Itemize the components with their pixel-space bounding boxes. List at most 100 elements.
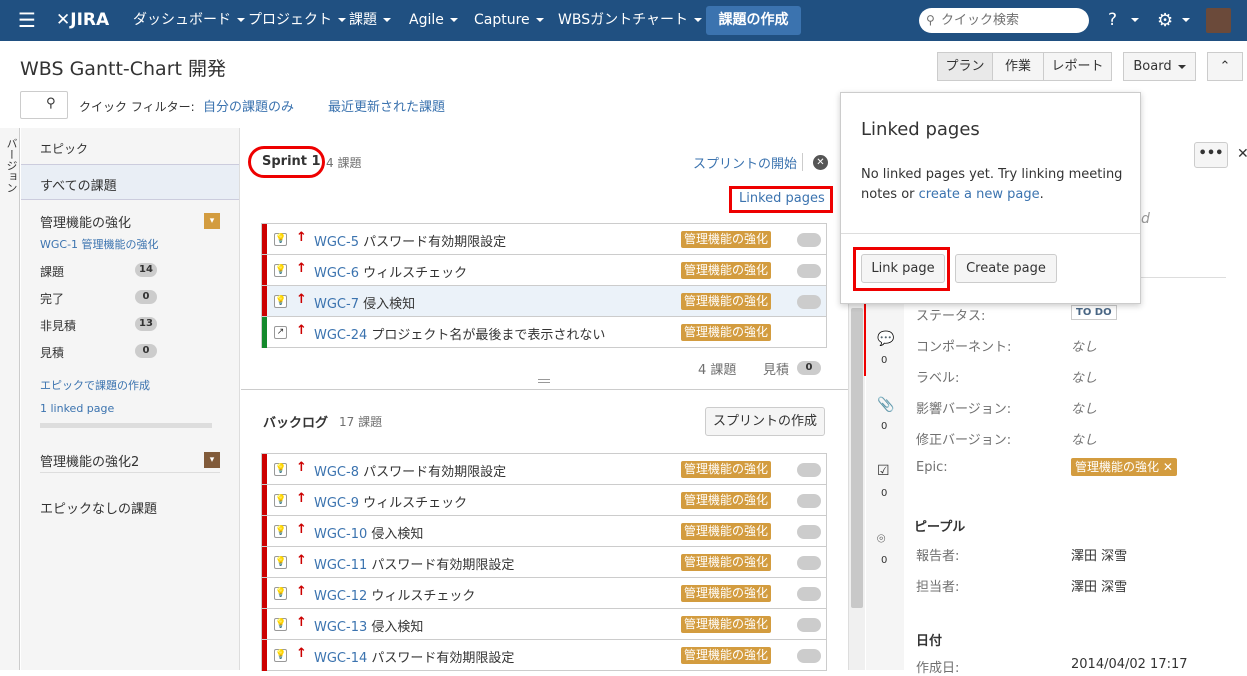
capture-icon[interactable]: ⌾ <box>877 531 885 547</box>
work-button[interactable]: 作業 <box>992 52 1044 81</box>
epic2-dropdown-icon[interactable]: ▾ <box>204 452 220 468</box>
versions-tab[interactable]: バージョン <box>0 128 20 670</box>
close-sprint-icon[interactable]: ✕ <box>813 155 828 170</box>
affects-version-value[interactable]: なし <box>1071 398 1097 417</box>
priority-bar <box>262 255 267 286</box>
epic-lozenge[interactable]: 管理機能の強化 <box>681 523 772 540</box>
table-row[interactable]: ↗ ↑ WGC-24 プロジェクト名が最後まで表示されない 管理機能の強化 <box>262 316 826 348</box>
issue-key[interactable]: WGC-6 <box>314 266 359 281</box>
table-row[interactable]: 💡 ↑ WGC-8 パスワード有効期限設定 管理機能の強化 <box>262 453 826 485</box>
issue-key[interactable]: WGC-13 <box>314 620 367 635</box>
issue-key[interactable]: WGC-8 <box>314 465 359 480</box>
epic-key[interactable]: WGC-1 管理機能の強化 <box>40 236 159 252</box>
assignee-value[interactable]: 澤田 深雪 <box>1071 576 1127 595</box>
reporter-value[interactable]: 澤田 深雪 <box>1071 545 1127 564</box>
priority-up-icon: ↑ <box>296 646 307 661</box>
epic-lozenge[interactable]: 管理機能の強化 <box>681 461 772 478</box>
status-badge[interactable]: TO DO <box>1071 305 1117 320</box>
epic-lozenge[interactable]: 管理機能の強化 <box>681 585 772 602</box>
gear-icon[interactable]: ⚙ <box>1157 0 1173 41</box>
label-value[interactable]: なし <box>1071 367 1097 386</box>
all-issues-item[interactable]: すべての課題 <box>21 164 239 200</box>
table-row-selected[interactable]: 💡 ↑ WGC-7 侵入検知 管理機能の強化 <box>262 285 826 317</box>
issue-summary: ウィルスチェック <box>363 266 468 281</box>
filter-my-issues[interactable]: 自分の課題のみ <box>203 96 294 115</box>
close-panel-icon[interactable]: ✕ <box>1237 146 1247 162</box>
issue-key[interactable]: WGC-10 <box>314 527 367 542</box>
assignee-label: 担当者: <box>916 580 960 595</box>
epic-lozenge[interactable]: 管理機能の強化 <box>681 324 772 341</box>
priority-bar <box>262 547 267 578</box>
quick-search-input[interactable]: ⚲ クイック検索 <box>919 8 1089 33</box>
divider <box>241 389 848 390</box>
nav-capture[interactable]: Capture <box>474 0 544 41</box>
help-chevron-icon[interactable] <box>1125 0 1139 41</box>
table-row[interactable]: 💡 ↑ WGC-9 ウィルスチェック 管理機能の強化 <box>262 484 826 516</box>
table-row[interactable]: 💡 ↑ WGC-6 ウィルスチェック 管理機能の強化 <box>262 254 826 286</box>
epic-value-lozenge[interactable]: 管理機能の強化 ✕ <box>1071 458 1177 476</box>
menu-icon[interactable]: ☰ <box>18 0 36 41</box>
jira-logo[interactable]: ✕JIRA <box>56 0 109 41</box>
issue-key[interactable]: WGC-5 <box>314 235 359 250</box>
more-actions-icon[interactable]: ••• <box>1194 142 1228 168</box>
create-new-page-link[interactable]: create a new page <box>919 187 1040 202</box>
gear-chevron-icon[interactable] <box>1176 0 1190 41</box>
no-epic-issues-item[interactable]: エピックなしの課題 <box>40 498 157 517</box>
nav-wbs-gantt[interactable]: WBSガントチャート <box>558 0 702 41</box>
create-issue-in-epic-link[interactable]: エピックで課題の作成 <box>40 377 150 393</box>
epic-name[interactable]: 管理機能の強化 <box>40 212 131 231</box>
epic-lozenge[interactable]: 管理機能の強化 <box>681 262 772 279</box>
collapse-header-button[interactable]: ⌃ <box>1207 52 1243 81</box>
epic-lozenge[interactable]: 管理機能の強化 <box>681 616 772 633</box>
table-row[interactable]: 💡 ↑ WGC-11 パスワード有効期限設定 管理機能の強化 <box>262 546 826 578</box>
issue-key[interactable]: WGC-11 <box>314 558 367 573</box>
priority-bar <box>262 485 267 516</box>
epic-lozenge[interactable]: 管理機能の強化 <box>681 231 772 248</box>
nav-dashboard[interactable]: ダッシュボード <box>133 0 245 41</box>
label-label: ラベル: <box>916 371 960 386</box>
issue-key[interactable]: WGC-7 <box>314 297 359 312</box>
nav-issues[interactable]: 課題 <box>349 0 391 41</box>
linked-page-link[interactable]: 1 linked page <box>40 402 114 415</box>
sprint-name-highlight <box>248 146 325 178</box>
table-row[interactable]: 💡 ↑ WGC-12 ウィルスチェック 管理機能の強化 <box>262 577 826 609</box>
help-icon[interactable]: ? <box>1108 0 1117 41</box>
issue-key[interactable]: WGC-14 <box>314 651 367 666</box>
avatar[interactable] <box>1206 8 1231 33</box>
nav-agile[interactable]: Agile <box>409 0 458 41</box>
create-sprint-button[interactable]: スプリントの作成 <box>705 407 825 436</box>
issue-key[interactable]: WGC-9 <box>314 496 359 511</box>
subtask-icon[interactable]: ☑ <box>877 463 890 479</box>
epic2-name[interactable]: 管理機能の強化2 <box>40 451 139 470</box>
fix-version-value[interactable]: なし <box>1071 429 1097 448</box>
table-row[interactable]: 💡 ↑ WGC-5 パスワード有効期限設定 管理機能の強化 <box>262 223 826 255</box>
nav-projects[interactable]: プロジェクト <box>248 0 346 41</box>
attachment-icon[interactable]: 📎 <box>877 397 894 413</box>
issue-key[interactable]: WGC-24 <box>314 328 367 343</box>
component-value[interactable]: なし <box>1071 336 1097 355</box>
scrollbar-thumb[interactable] <box>851 308 863 608</box>
epic-lozenge[interactable]: 管理機能の強化 <box>681 492 772 509</box>
table-row[interactable]: 💡 ↑ WGC-14 パスワード有効期限設定 管理機能の強化 <box>262 639 826 671</box>
table-row[interactable]: 💡 ↑ WGC-13 侵入検知 管理機能の強化 <box>262 608 826 640</box>
chevron-down-icon <box>1177 64 1186 69</box>
create-issue-button[interactable]: 課題の作成 <box>706 6 801 35</box>
comment-icon[interactable]: 💬 <box>877 331 894 347</box>
issue-key[interactable]: WGC-12 <box>314 589 367 604</box>
epic-lozenge[interactable]: 管理機能の強化 <box>681 293 772 310</box>
filter-search-input[interactable]: ⚲ <box>20 91 68 119</box>
remove-epic-icon[interactable]: ✕ <box>1163 460 1173 474</box>
filter-recently-updated[interactable]: 最近更新された課題 <box>328 96 445 115</box>
epic-dropdown-icon[interactable]: ▾ <box>204 213 220 229</box>
create-page-button[interactable]: Create page <box>955 254 1057 283</box>
table-row[interactable]: 💡 ↑ WGC-10 侵入検知 管理機能の強化 <box>262 515 826 547</box>
report-button[interactable]: レポート <box>1043 52 1112 81</box>
start-sprint-link[interactable]: スプリントの開始 <box>693 153 797 172</box>
board-button[interactable]: Board <box>1123 52 1196 81</box>
issue-key-row: WGC-9 ウィルスチェック <box>314 492 467 511</box>
epic-lozenge[interactable]: 管理機能の強化 <box>681 647 772 664</box>
detail-partial-text: d <box>1141 211 1150 227</box>
drag-handle-icon[interactable] <box>538 379 550 383</box>
epic-lozenge[interactable]: 管理機能の強化 <box>681 554 772 571</box>
plan-button[interactable]: プラン <box>937 52 993 81</box>
